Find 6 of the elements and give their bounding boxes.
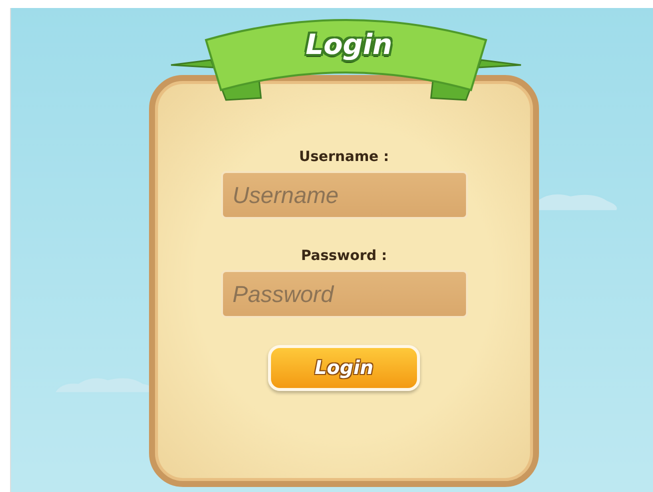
login-title: Login bbox=[304, 28, 394, 61]
input-field[interactable]: Password bbox=[220, 270, 468, 318]
login-button[interactable]: Login bbox=[268, 345, 420, 391]
field-label: Username : bbox=[298, 149, 390, 165]
input-field[interactable]: Username bbox=[220, 171, 468, 219]
field-label: Password : bbox=[301, 248, 387, 264]
